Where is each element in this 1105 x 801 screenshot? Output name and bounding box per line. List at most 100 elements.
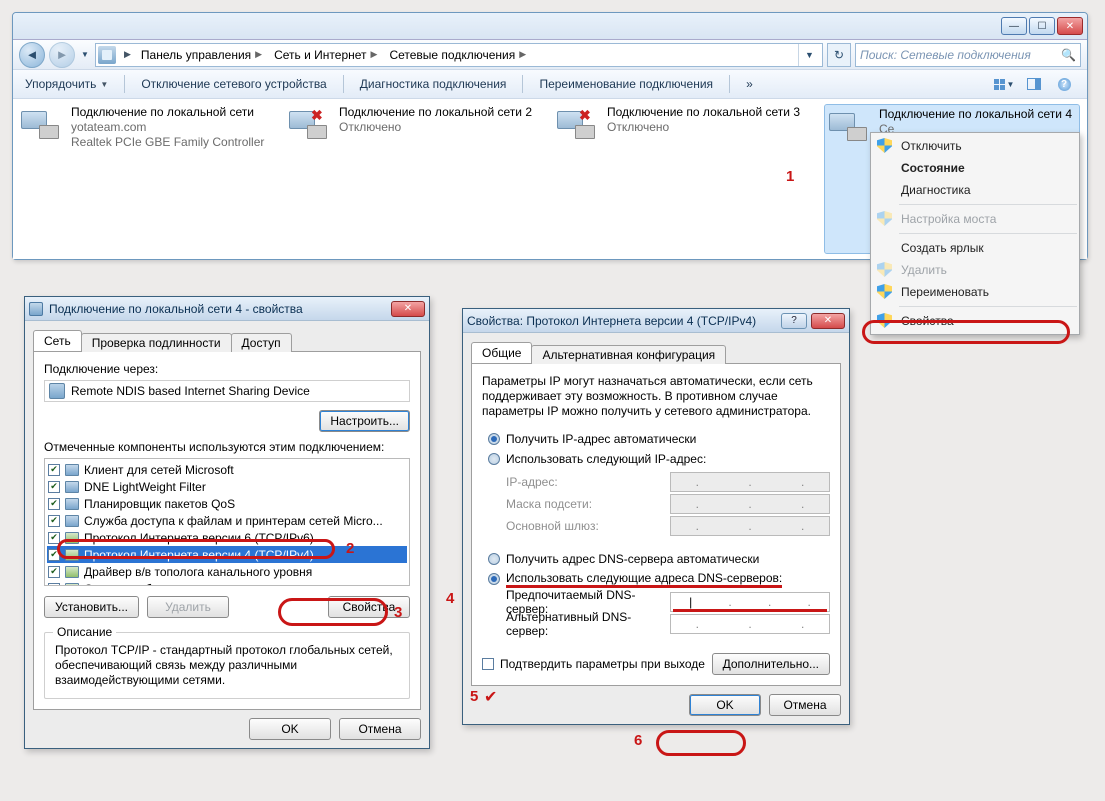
components-list[interactable]: Клиент для сетей Microsoft DNE LightWeig… (44, 458, 410, 586)
component-label: Протокол Интернета версии 4 (TCP/IPv4) (84, 548, 314, 562)
breadcrumb-item[interactable]: Сетевые подключения ▶ (383, 44, 532, 66)
component-item[interactable]: Служба доступа к файлам и принтерам сете… (47, 512, 407, 529)
checkbox-checked-icon[interactable] (48, 515, 60, 527)
ctx-disable[interactable]: Отключить (871, 135, 1079, 157)
component-icon (65, 532, 79, 544)
breadcrumb-item[interactable]: Панель управления ▶ (135, 44, 268, 66)
diagnose-button[interactable]: Диагностика подключения (356, 77, 511, 91)
component-item[interactable]: Протокол Интернета версии 6 (TCP/IPv6) (47, 529, 407, 546)
shield-icon (877, 211, 892, 226)
btn-label: OK (281, 722, 298, 736)
more-commands[interactable]: » (742, 77, 757, 91)
close-button[interactable]: ✕ (811, 313, 845, 329)
help-button[interactable]: ? (1049, 73, 1079, 95)
checkbox-icon (482, 658, 494, 670)
ctx-delete: Удалить (871, 259, 1079, 281)
close-button[interactable]: ✕ (391, 301, 425, 317)
search-input[interactable]: Поиск: Сетевые подключения 🔍 (855, 43, 1081, 67)
checkbox-checked-icon[interactable] (48, 549, 60, 561)
radio-ip-auto[interactable]: Получить IP-адрес автоматически (488, 429, 830, 449)
breadcrumb-item[interactable]: Сеть и Интернет ▶ (268, 44, 383, 66)
description-group: Описание Протокол TCP/IP - стандартный п… (44, 632, 410, 699)
component-item[interactable]: Планировщик пакетов QoS (47, 495, 407, 512)
separator (729, 75, 730, 93)
tab-alternate[interactable]: Альтернативная конфигурация (531, 345, 726, 364)
radio-ip-manual[interactable]: Использовать следующий IP-адрес: (488, 449, 830, 469)
connection-item[interactable]: Подключение по локальной сети yotateam.c… (21, 105, 271, 253)
chevron-right-icon: ▶ (519, 49, 526, 60)
component-properties-button[interactable]: Свойства (328, 596, 410, 618)
help-button[interactable]: ? (781, 313, 807, 329)
back-button[interactable]: ◄ (19, 42, 45, 68)
install-button[interactable]: Установить... (44, 596, 139, 618)
ctx-shortcut[interactable]: Создать ярлык (871, 237, 1079, 259)
tab-general[interactable]: Общие (471, 342, 532, 363)
organize-menu[interactable]: Упорядочить ▼ (21, 77, 112, 91)
radio-dns-manual[interactable]: Использовать следующие адреса DNS-сервер… (488, 569, 830, 589)
confirm-on-exit-checkbox[interactable]: Подтвердить параметры при выходе (482, 657, 705, 671)
rename-button[interactable]: Переименование подключения (535, 77, 717, 91)
nav-history-dropdown[interactable]: ▼ (79, 42, 91, 68)
network-icon (29, 302, 43, 316)
ctx-label: Удалить (901, 263, 947, 277)
search-placeholder: Поиск: Сетевые подключения (860, 48, 1031, 62)
preview-pane-button[interactable] (1019, 73, 1049, 95)
ctx-label: Диагностика (901, 183, 971, 197)
breadcrumb[interactable]: ▶ Панель управления ▶ Сеть и Интернет ▶ … (95, 43, 823, 67)
ctx-status[interactable]: Состояние (871, 157, 1079, 179)
configure-button[interactable]: Настроить... (319, 410, 410, 432)
network-adapter-icon: ✖ (557, 107, 599, 141)
checkbox-checked-icon[interactable] (48, 566, 60, 578)
component-item[interactable]: DNE LightWeight Filter (47, 478, 407, 495)
connection-item[interactable]: ✖ Подключение по локальной сети 2 Отключ… (289, 105, 539, 253)
diagnose-label: Диагностика подключения (360, 77, 507, 91)
cancel-button[interactable]: Отмена (769, 694, 841, 716)
maximize-button[interactable]: ☐ (1029, 17, 1055, 35)
connection-item[interactable]: ✖ Подключение по локальной сети 3 Отключ… (557, 105, 807, 253)
disabled-x-icon: ✖ (579, 107, 591, 124)
ctx-properties[interactable]: Свойства (871, 310, 1079, 332)
radio-dns-auto[interactable]: Получить адрес DNS-сервера автоматически (488, 549, 830, 569)
tab-network[interactable]: Сеть (33, 330, 82, 351)
forward-button[interactable]: ► (49, 42, 75, 68)
component-item[interactable]: Клиент для сетей Microsoft (47, 461, 407, 478)
checkbox-checked-icon[interactable] (48, 481, 60, 493)
annotation-check-icon: ✔ (484, 687, 497, 707)
ctx-rename[interactable]: Переименовать (871, 281, 1079, 303)
refresh-button[interactable]: ↻ (827, 43, 851, 67)
close-button[interactable]: ✕ (1057, 17, 1083, 35)
ip-address-row: IP-адрес: ... (506, 471, 830, 493)
ctx-diagnose[interactable]: Диагностика (871, 179, 1079, 201)
advanced-button[interactable]: Дополнительно... (712, 653, 830, 675)
shield-icon (877, 262, 892, 277)
tab-label: Общие (482, 346, 521, 360)
disable-device-button[interactable]: Отключение сетевого устройства (137, 77, 330, 91)
tab-sharing[interactable]: Доступ (231, 333, 292, 352)
checkbox-checked-icon[interactable] (48, 464, 60, 476)
checkbox-checked-icon[interactable] (48, 532, 60, 544)
component-label: Служба доступа к файлам и принтерам сете… (84, 514, 383, 528)
tab-auth[interactable]: Проверка подлинности (81, 333, 232, 352)
cancel-button[interactable]: Отмена (339, 718, 421, 740)
btn-label: Дополнительно... (723, 657, 819, 671)
ok-button[interactable]: OK (249, 718, 331, 740)
address-dropdown[interactable]: ▼ (798, 44, 820, 66)
field-label: Маска подсети: (506, 497, 670, 511)
component-item-selected[interactable]: Протокол Интернета версии 4 (TCP/IPv4) (47, 546, 407, 563)
connection-name: Подключение по локальной сети (71, 105, 264, 120)
dialog-title: Подключение по локальной сети 4 - свойст… (49, 302, 303, 316)
radio-on-icon (488, 573, 500, 585)
view-mode-button[interactable]: ▼ (989, 73, 1019, 95)
alternate-dns-input[interactable]: ... (670, 614, 830, 634)
organize-label: Упорядочить (25, 77, 96, 91)
component-item[interactable]: Ответчик обнаружения топологии канальног… (47, 580, 407, 586)
component-icon (65, 583, 79, 587)
btn-label: OK (716, 698, 733, 712)
minimize-button[interactable]: — (1001, 17, 1027, 35)
help-icon: ? (1058, 78, 1071, 91)
checkbox-checked-icon[interactable] (48, 583, 60, 587)
component-item[interactable]: Драйвер в/в тополога канального уровня (47, 563, 407, 580)
ok-button[interactable]: OK (689, 694, 761, 716)
preferred-dns-input[interactable]: |... (670, 592, 830, 612)
checkbox-checked-icon[interactable] (48, 498, 60, 510)
